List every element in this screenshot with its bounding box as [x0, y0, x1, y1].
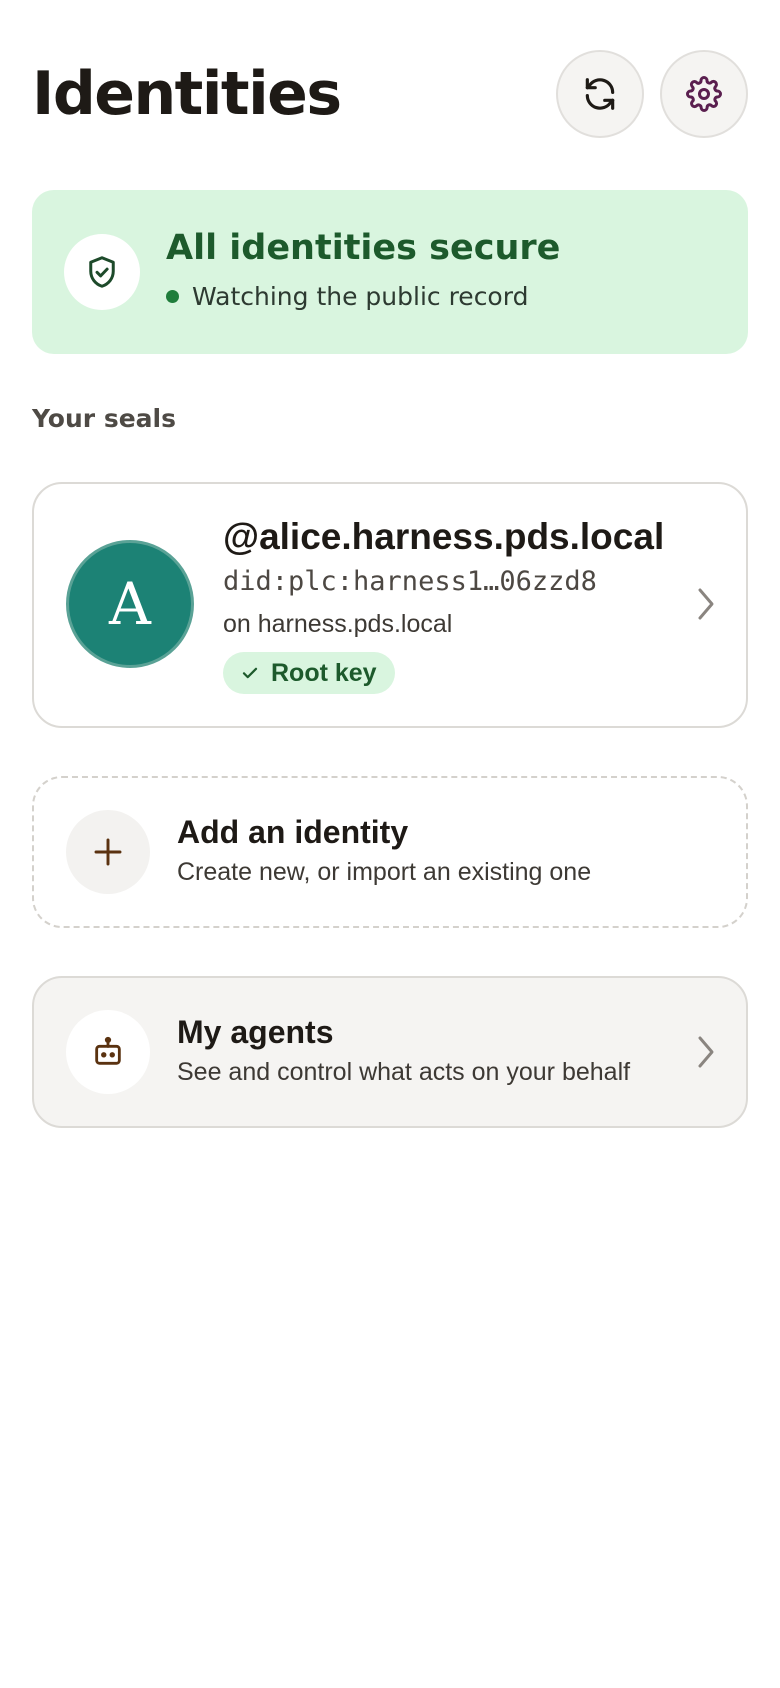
status-title: All identities secure [166, 228, 561, 268]
refresh-icon [585, 78, 615, 110]
chevron-right-icon [698, 588, 714, 620]
chevron-right-icon [698, 1036, 714, 1068]
identity-card[interactable]: A @alice.harness.pds.local did:plc:harne… [32, 482, 748, 728]
add-identity-title: Add an identity [177, 814, 409, 850]
my-agents-button[interactable]: My agents See and control what acts on y… [32, 976, 748, 1128]
robot-icon-wrap [66, 1010, 150, 1094]
identity-did: did:plc:harness1…06zzd8 [223, 566, 597, 597]
security-status-banner: All identities secure Watching the publi… [32, 190, 748, 354]
identities-screen: Identities All identities secure Watchin… [0, 0, 780, 1688]
robot-icon [95, 1036, 121, 1065]
identity-host: on harness.pds.local [223, 610, 453, 638]
refresh-button[interactable] [556, 50, 644, 138]
check-icon [242, 667, 258, 679]
shield-icon-wrap [64, 234, 140, 310]
status-subtitle: Watching the public record [166, 282, 528, 311]
my-agents-title: My agents [177, 1014, 334, 1050]
add-identity-subtitle: Create new, or import an existing one [177, 858, 592, 886]
page-title: Identities [32, 59, 342, 129]
gear-icon [686, 76, 722, 112]
settings-button[interactable] [660, 50, 748, 138]
my-agents-subtitle: See and control what acts on your behalf [177, 1058, 631, 1086]
root-key-badge: Root key [223, 652, 395, 694]
add-identity-button[interactable]: Add an identity Create new, or import an… [32, 776, 748, 928]
shield-check-icon [89, 256, 115, 288]
avatar: A [66, 540, 194, 668]
plus-icon [94, 838, 122, 866]
plus-icon-wrap [66, 810, 150, 894]
section-label: Your seals [32, 404, 176, 433]
live-indicator-dot [166, 290, 179, 303]
identity-handle: @alice.harness.pds.local [223, 516, 665, 557]
status-subtitle-text: Watching the public record [192, 282, 529, 311]
root-key-label: Root key [271, 658, 377, 687]
